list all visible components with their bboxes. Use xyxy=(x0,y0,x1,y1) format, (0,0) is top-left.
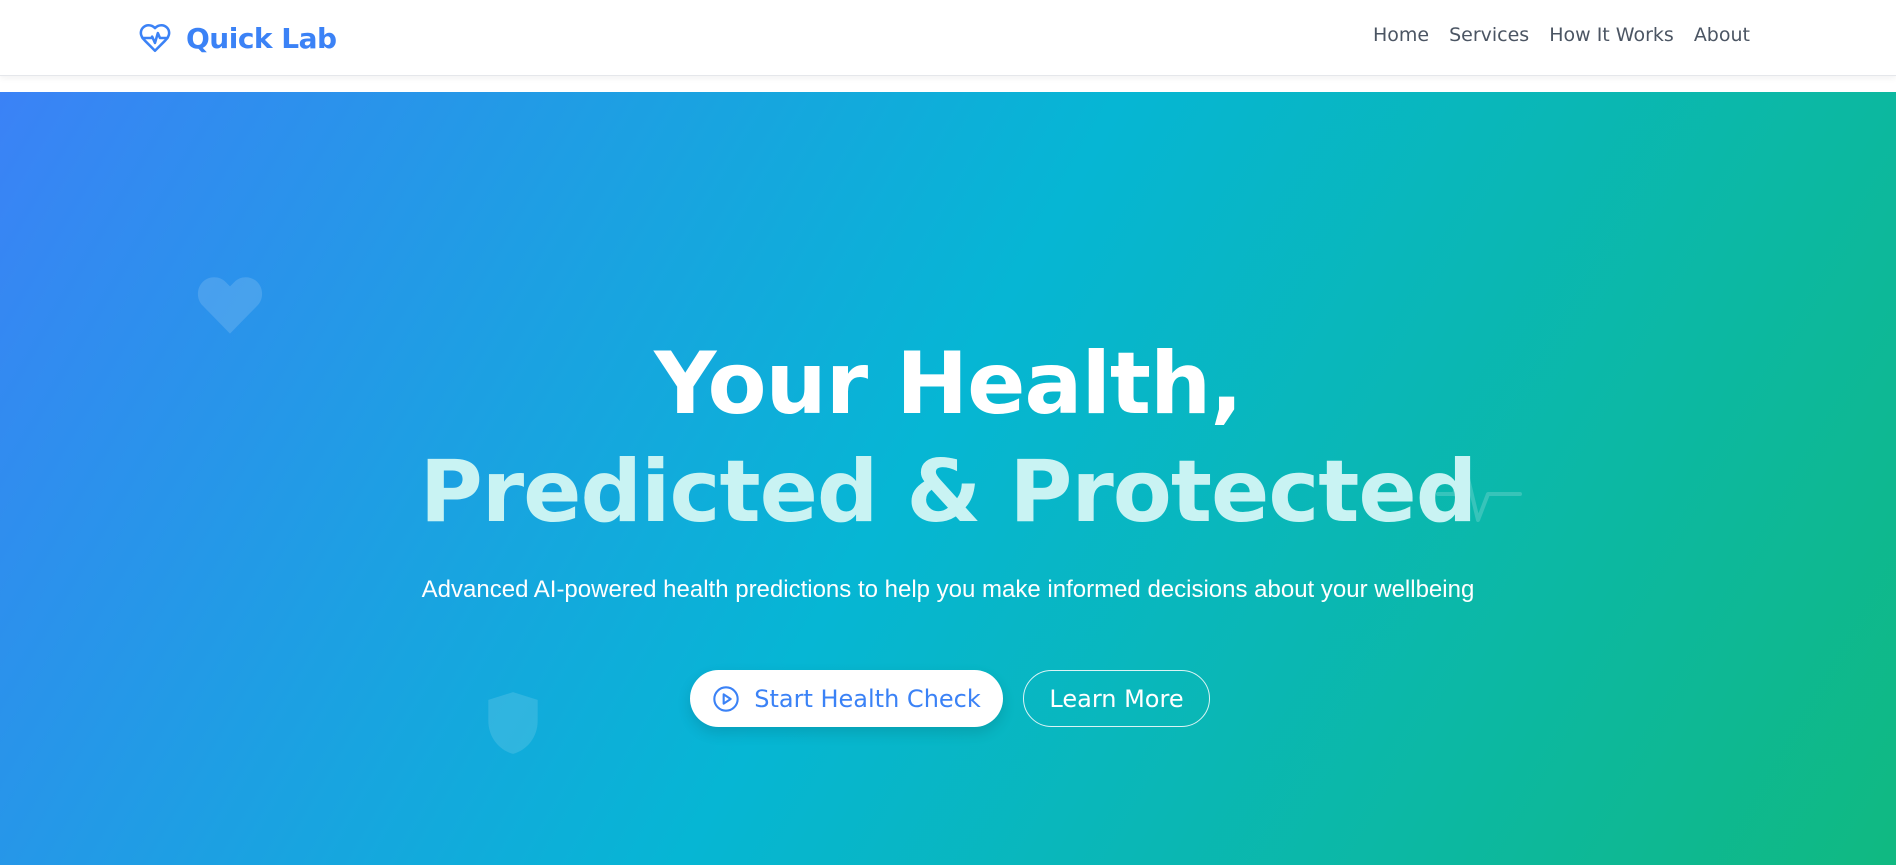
hero-title-line-2: Predicted & Protected xyxy=(419,442,1478,542)
learn-more-button[interactable]: Learn More xyxy=(1023,670,1210,727)
hero-subtitle: Advanced AI-powered health predictions t… xyxy=(421,576,1475,603)
hero-title-line-1: Your Health, xyxy=(654,334,1243,434)
learn-more-label: Learn More xyxy=(1049,684,1184,713)
shield-icon xyxy=(488,692,538,754)
nav-about-link[interactable]: About xyxy=(1694,24,1750,46)
navbar: Quick Lab Home Services How It Works Abo… xyxy=(0,0,1896,76)
play-circle-icon xyxy=(713,685,739,712)
hero-title: Your Health, Predicted & Protected xyxy=(0,330,1896,546)
start-health-check-label: Start Health Check xyxy=(754,684,981,713)
brand-name: Quick Lab xyxy=(186,21,337,55)
hero-section: Your Health, Predicted & Protected Advan… xyxy=(0,92,1896,865)
start-health-check-button[interactable]: Start Health Check xyxy=(690,670,1003,727)
heart-pulse-icon xyxy=(139,23,171,53)
brand-logo-link[interactable]: Quick Lab xyxy=(138,18,337,58)
nav-how-it-works-link[interactable]: How It Works xyxy=(1549,24,1674,46)
nav-home-link[interactable]: Home xyxy=(1373,24,1429,46)
main-nav: Home Services How It Works About xyxy=(1373,24,1750,46)
nav-services-link[interactable]: Services xyxy=(1449,24,1529,46)
